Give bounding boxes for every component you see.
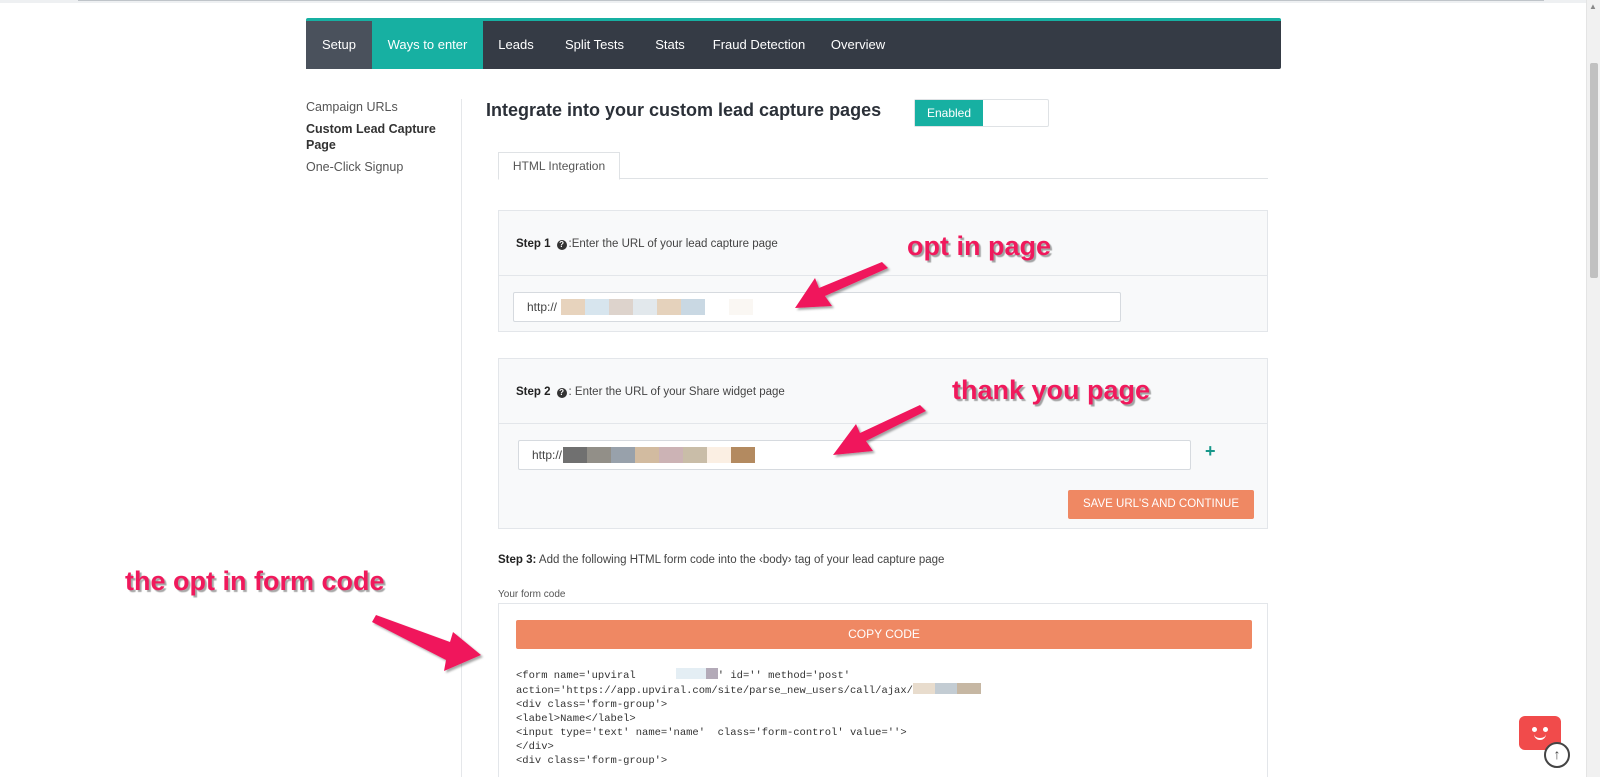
arrow-thank-you-page — [833, 405, 926, 455]
annotation-arrows — [372, 262, 926, 671]
page-scrollbar[interactable] — [1586, 0, 1600, 777]
scroll-up-icon[interactable]: ▲ — [1589, 2, 1597, 11]
scrollbar-thumb[interactable] — [1590, 63, 1598, 278]
arrow-up-icon[interactable]: ↑ — [1544, 742, 1570, 768]
arrow-opt-in-page — [795, 262, 888, 308]
arrow-form-code — [372, 615, 481, 671]
